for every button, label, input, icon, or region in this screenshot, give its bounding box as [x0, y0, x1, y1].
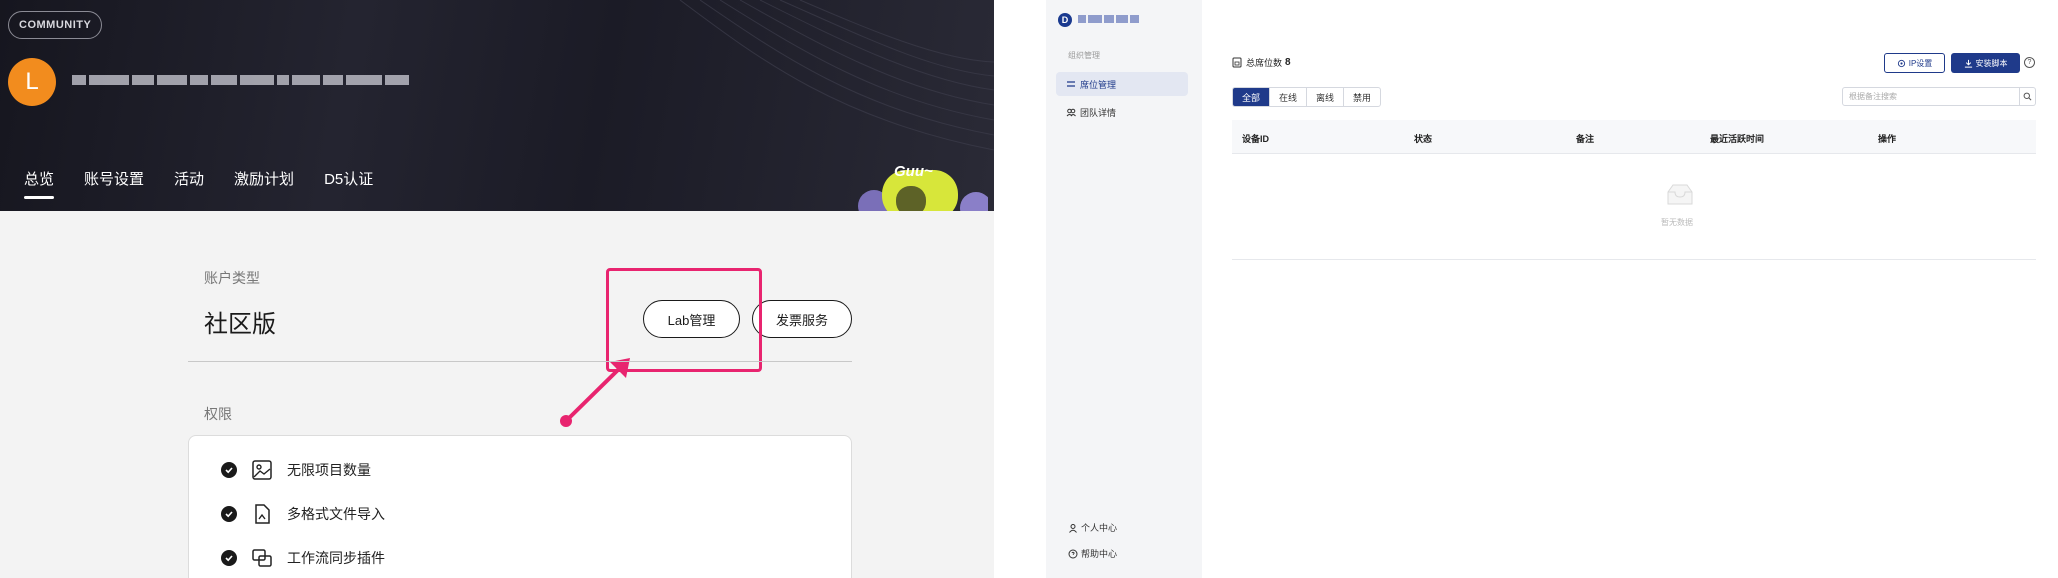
- sidebar-item-label: 团队详情: [1080, 107, 1117, 118]
- column-header: 备注: [1576, 134, 1595, 144]
- ip-settings-label: IP设置: [1908, 58, 1933, 68]
- sidebar-section-label: 组织管理: [1068, 51, 1100, 60]
- column-header: 操作: [1878, 134, 1897, 144]
- sidebar-item-profile[interactable]: 个人中心: [1068, 521, 1117, 534]
- username-redacted: [72, 66, 416, 94]
- empty-state: 暂无数据: [1232, 154, 2036, 260]
- avatar[interactable]: L: [8, 58, 56, 106]
- check-icon: [221, 462, 237, 478]
- plugin-sync-icon: [252, 549, 272, 567]
- permissions-card: 无限项目数量 多格式文件导入 工作流同步插件: [188, 435, 852, 578]
- filter-disabled[interactable]: 禁用: [1344, 88, 1380, 106]
- mascot-illustration: Guu~: [858, 163, 988, 211]
- gear-icon: [1897, 59, 1905, 67]
- search-icon: [2023, 92, 2032, 101]
- filter-online[interactable]: 在线: [1270, 88, 1308, 106]
- table-header: 设备ID 状态 备注 最近活跃时间 操作: [1232, 120, 2036, 154]
- seat-count-icon: [1232, 57, 1242, 68]
- sidebar-item-team[interactable]: 团队详情: [1056, 100, 1188, 124]
- help-question-icon[interactable]: ?: [2024, 57, 2035, 68]
- column-header: 设备ID: [1242, 134, 1270, 144]
- user-icon: [1069, 523, 1077, 533]
- tab-d5-certification[interactable]: D5认证: [324, 168, 373, 199]
- invoice-service-button[interactable]: 发票服务: [752, 300, 852, 338]
- profile-banner: COMMUNITY L 总览 账号设置 活动 激励计划 D5认证 Guu~: [0, 0, 994, 211]
- sidebar-item-help[interactable]: 帮助中心: [1068, 547, 1117, 560]
- tab-overview[interactable]: 总览: [24, 168, 55, 199]
- org-name-redacted: [1078, 15, 1139, 23]
- total-seats-value: 8: [1285, 57, 1291, 68]
- permission-item: 无限项目数量: [221, 459, 371, 481]
- permission-label: 工作流同步插件: [287, 550, 385, 566]
- permission-label: 多格式文件导入: [287, 506, 385, 522]
- download-icon: [1964, 59, 1972, 68]
- install-script-label: 安装脚本: [1975, 58, 2008, 68]
- team-icon: [1066, 108, 1076, 117]
- section-divider: [188, 361, 852, 362]
- empty-inbox-icon: [1667, 184, 1693, 205]
- total-seats-label: 总席位数: [1246, 58, 1283, 68]
- seat-management-panel: D 组织管理 席位管理 团队详情 个人中心 帮助中心 总席位数 8 IP设置 安…: [1046, 0, 2058, 578]
- help-icon: [1068, 549, 1078, 558]
- check-icon: [221, 550, 237, 566]
- status-filter: 全部 在线 离线 禁用: [1232, 87, 1382, 107]
- tab-activities[interactable]: 活动: [174, 168, 204, 199]
- tab-incentive-program[interactable]: 激励计划: [234, 168, 294, 199]
- file-import-icon: [255, 504, 270, 524]
- permission-item: 工作流同步插件: [221, 547, 385, 569]
- total-seats: 总席位数 8: [1232, 56, 1291, 69]
- account-type-label: 账户类型: [204, 270, 260, 286]
- search-button[interactable]: [2020, 87, 2036, 106]
- search-input[interactable]: 根据备注搜索: [1842, 87, 2020, 106]
- annotation-arrow: [560, 358, 630, 427]
- mascot-text: Guu~: [894, 163, 933, 180]
- sidebar: D 组织管理 席位管理 团队详情 个人中心 帮助中心: [1046, 0, 1202, 578]
- sidebar-item-label: 席位管理: [1080, 79, 1117, 90]
- filter-all[interactable]: 全部: [1233, 88, 1271, 106]
- filter-offline[interactable]: 离线: [1307, 88, 1345, 106]
- image-icon: [252, 460, 272, 480]
- account-type-value: 社区版: [204, 311, 276, 338]
- sidebar-footer-label: 个人中心: [1081, 523, 1118, 533]
- tab-account-settings[interactable]: 账号设置: [84, 168, 144, 199]
- check-icon: [221, 506, 237, 522]
- install-script-button[interactable]: 安装脚本: [1951, 53, 2020, 73]
- sidebar-item-seats[interactable]: 席位管理: [1056, 72, 1188, 96]
- app-logo-icon: D: [1058, 13, 1072, 27]
- column-header: 状态: [1414, 134, 1433, 144]
- ip-settings-button[interactable]: IP设置: [1884, 53, 1945, 73]
- sidebar-footer-label: 帮助中心: [1081, 549, 1118, 559]
- permissions-label: 权限: [204, 406, 232, 422]
- top-nav: 总览 账号设置 活动 激励计划 D5认证: [24, 168, 373, 199]
- permission-label: 无限项目数量: [287, 462, 371, 478]
- community-badge: COMMUNITY: [8, 11, 103, 39]
- empty-text: 暂无数据: [1661, 218, 1693, 227]
- column-header: 最近活跃时间: [1710, 134, 1765, 144]
- seat-icon: [1067, 81, 1075, 87]
- account-panel: COMMUNITY L 总览 账号设置 活动 激励计划 D5认证 Guu~ 账户…: [0, 0, 994, 578]
- permission-item: 多格式文件导入: [221, 503, 385, 525]
